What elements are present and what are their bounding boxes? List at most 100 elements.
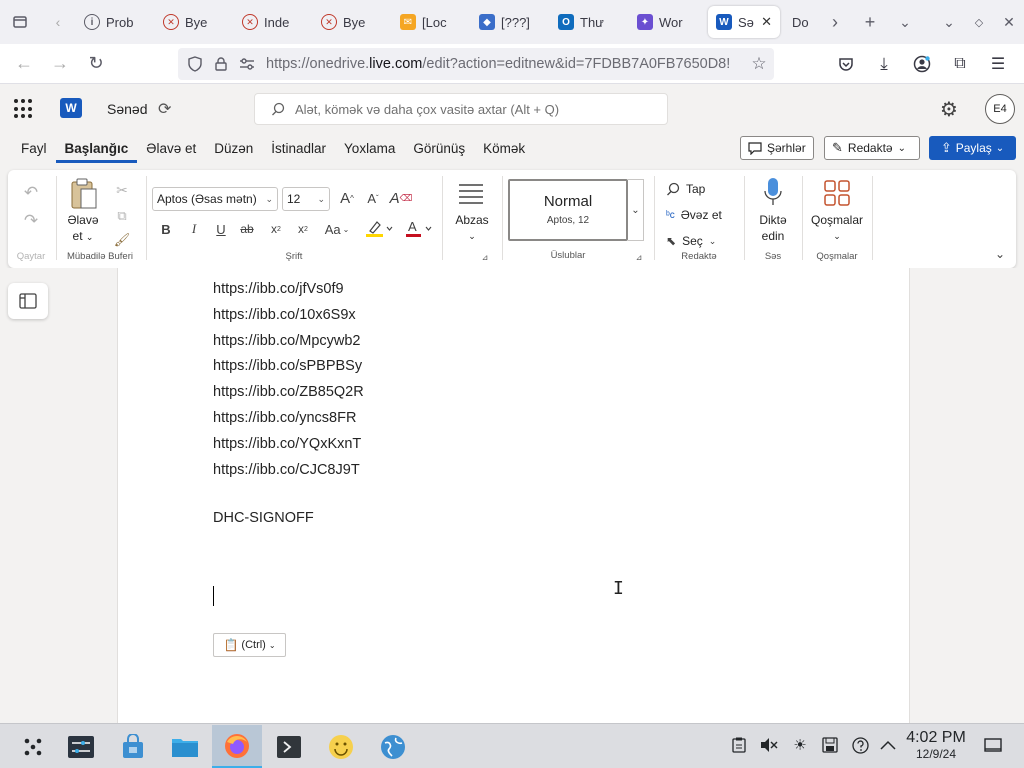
paste-options-button[interactable]: 📋 (Ctrl) ⌄ [213,633,286,657]
cut-icon[interactable]: ✂ [112,180,132,200]
browser-tab[interactable]: ✉ [Loc [392,6,467,38]
new-tab-button[interactable]: + [850,0,890,44]
window-close-button[interactable]: ✕ [994,0,1024,44]
search-input[interactable]: Alət, kömək və daha çox vasitə axtar (Al… [254,93,668,125]
ribbon-tab[interactable]: İstinadlar [262,141,335,163]
strikethrough-icon[interactable]: ab [236,218,258,240]
browser-tab[interactable]: i Prob [76,6,151,38]
extensions-button[interactable]: ⧉ [942,46,978,82]
find-button[interactable]: Tap [666,180,736,198]
paragraph-label[interactable]: Abzas [446,212,498,228]
browser-tab[interactable]: ✕ Inde [234,6,309,38]
show-hidden-icons-chevron-up-icon[interactable] [877,734,899,756]
browser-tab[interactable]: ✕ Bye [155,6,230,38]
reload-button[interactable]: ↻ [78,46,114,82]
close-tab-icon[interactable]: ✕ [761,14,772,30]
expand-ribbon-icon[interactable]: ⌄ [992,246,1008,262]
editing-mode-button[interactable]: ✎ Redaktə ⌄ [824,136,920,160]
taskbar-terminal[interactable] [264,725,314,768]
avatar[interactable]: E4 [985,94,1015,124]
subscript-icon[interactable]: x2 [266,218,286,240]
font-color-icon[interactable]: A [402,218,436,240]
font-name-dropdown[interactable]: Aptos (Əsas mətn) ⌄ [152,187,278,211]
clear-formatting-icon[interactable]: A ⌫ [390,187,413,209]
share-button[interactable]: ⇪ Paylaş ⌄ [929,136,1016,160]
ribbon-tab[interactable]: Kömək [474,141,534,163]
clipboard-tray-icon[interactable] [728,734,750,756]
document-page[interactable]: https://ibb.co/jfVs0f9 https://ibb.co/10x… [117,268,910,723]
help-circle-icon[interactable] [849,734,871,756]
taskbar-file-manager[interactable] [160,725,210,768]
shrink-font-icon[interactable]: Aˇ [362,187,384,209]
font-size-dropdown[interactable]: 12 ⌄ [282,187,330,211]
lock-icon[interactable] [210,57,232,71]
scroll-tabs-right-button[interactable]: › [820,0,850,44]
ribbon-tab[interactable]: Fayl [12,141,56,163]
ribbon-tab[interactable]: Yoxlama [335,141,404,163]
settings-gear-icon[interactable]: ⚙ [940,97,958,122]
bookmark-star-icon[interactable]: ☆ [748,54,770,74]
superscript-icon[interactable]: x2 [293,218,313,240]
taskbar-browser-globe[interactable] [368,725,418,768]
browser-tab[interactable]: ✕ Bye [313,6,388,38]
browser-tab[interactable]: W Sə ✕ [708,6,780,38]
dictate-label-2[interactable]: edin [746,228,800,244]
taskbar-smiley-app[interactable] [316,725,366,768]
paste-dropdown[interactable]: et ⌄ [60,228,106,245]
dialog-launcher-icon[interactable]: ⊿ [634,252,644,262]
undo-icon[interactable]: ↶ [20,182,42,204]
address-bar[interactable]: https://onedrive.live.com/edit?action=ed… [178,48,774,80]
taskbar-discover[interactable] [108,725,158,768]
dictate-label[interactable]: Diktə [746,212,800,228]
clock[interactable]: 4:02 PM 12/9/24 [900,729,972,761]
italic-icon[interactable]: I [184,218,204,240]
scroll-tabs-left-button[interactable]: ‹ [40,0,76,44]
ribbon-tab[interactable]: Başlanğıc [55,141,138,163]
taskbar-system-settings[interactable] [56,725,106,768]
window-minimize-button[interactable]: ⌄ [934,0,964,44]
navigation-pane-button[interactable] [8,283,48,319]
paragraph-icon[interactable] [456,180,486,208]
addins-label[interactable]: Qoşmalar [804,212,870,228]
replace-button[interactable]: ᵇc Əvəz et [666,206,742,224]
volume-muted-icon[interactable] [758,734,780,756]
back-button[interactable]: ← [6,46,42,82]
app-menu-button[interactable]: ☰ [980,46,1016,82]
ribbon-tab[interactable]: Düzən [205,141,262,163]
ribbon-tab[interactable]: Əlavə et [137,141,205,163]
redo-icon[interactable]: ↷ [20,210,42,232]
dialog-launcher-icon[interactable]: ⊿ [480,252,490,262]
select-button[interactable]: ⬉ Seç ⌄ [666,232,736,250]
list-all-tabs-button[interactable]: ⌄ [890,0,920,44]
browser-tab[interactable]: ✦ Wor [629,6,704,38]
style-normal-tile[interactable]: Normal Aptos, 12 [508,179,628,241]
window-maximize-button[interactable]: ◇ [964,0,994,44]
highlight-color-icon[interactable] [362,218,396,240]
autosave-sync-icon[interactable]: ⟳ [158,99,171,119]
tab-overview-button[interactable] [0,0,40,44]
application-launcher[interactable] [8,725,58,768]
document-title[interactable]: Sənəd [107,101,147,117]
page-permissions-icon[interactable] [236,58,258,70]
underline-icon[interactable]: U [211,218,231,240]
grow-font-icon[interactable]: A ^ [336,187,358,209]
chevron-down-icon[interactable]: ⌄ [804,228,870,244]
brightness-icon[interactable]: ☀ [789,734,811,756]
taskbar-firefox[interactable] [212,725,262,768]
pocket-button[interactable] [828,46,864,82]
copy-icon[interactable]: ⧉ [112,206,132,226]
browser-tab[interactable]: Do [784,6,818,38]
bold-icon[interactable]: B [156,218,176,240]
app-launcher-icon[interactable] [14,99,34,119]
downloads-button[interactable]: ⤓ [866,46,902,82]
change-case-icon[interactable]: Aa ⌄ [320,218,354,240]
tracking-protection-icon[interactable] [184,56,206,72]
paste-label[interactable]: Əlavə [60,212,106,228]
ribbon-tab[interactable]: Görünüş [404,141,474,163]
browser-tab[interactable]: ◆ [???] [471,6,546,38]
comments-button[interactable]: Şərhlər [740,136,814,160]
paste-icon[interactable] [66,176,102,212]
word-logo[interactable]: W [60,98,82,118]
microphone-icon[interactable] [762,176,784,208]
browser-tab[interactable]: O Thư [550,6,625,38]
